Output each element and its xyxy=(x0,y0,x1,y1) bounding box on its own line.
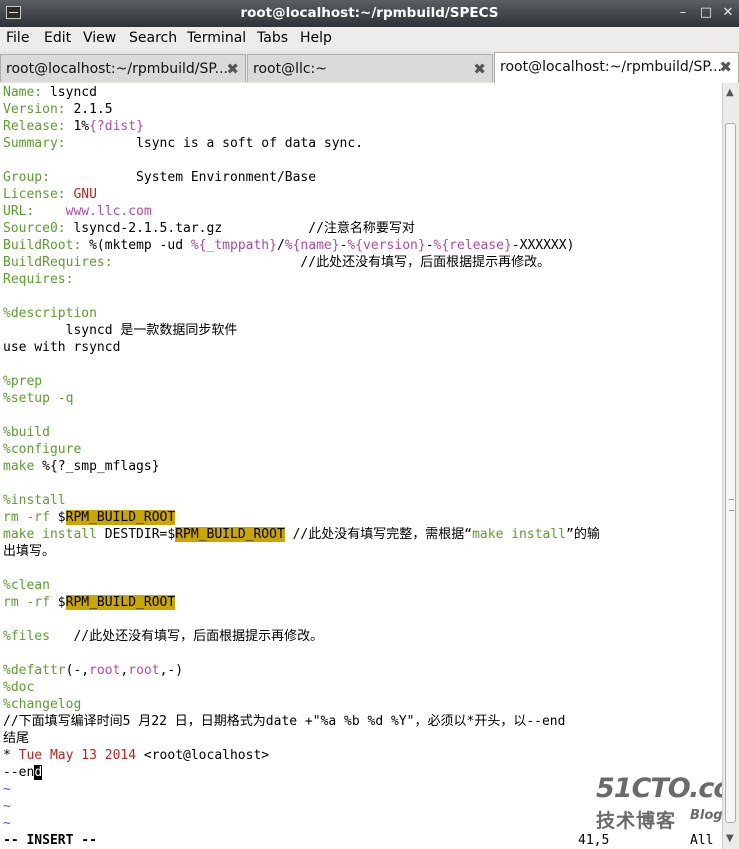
grip-icon xyxy=(729,499,734,511)
line-source: Source0: lsyncd-2.1.5.tar.gz //注意名称要写对 xyxy=(3,221,415,236)
empty-line-tilde: ~ xyxy=(3,816,11,831)
minimize-button[interactable]: – xyxy=(674,4,692,22)
line-setup: %setup -q xyxy=(3,391,74,406)
tab-close-icon[interactable]: ✖ xyxy=(473,60,486,78)
line-files: %files //此处还没有填写，后面根据提示再修改。 xyxy=(3,629,324,644)
line-install: %install xyxy=(3,493,66,508)
line-description: %description xyxy=(3,306,97,321)
line-rm-clean: rm -rf $RPM_BUILD_ROOT xyxy=(3,595,176,610)
line-build: %build xyxy=(3,425,50,440)
tab-close-icon[interactable]: ✖ xyxy=(226,60,239,78)
tab-rpmbuild-1[interactable]: root@localhost:~/rpmbuild/SP... ✖ xyxy=(0,54,246,82)
menu-help[interactable]: Help xyxy=(300,30,332,46)
line-group: Group: System Environment/Base xyxy=(3,170,317,185)
cursor-position: 41,5 xyxy=(578,833,610,848)
line-release: Release: 1%{?dist} xyxy=(3,119,144,134)
line-rm-install: rm -rf $RPM_BUILD_ROOT xyxy=(3,510,176,525)
vim-mode-indicator: -- INSERT -- xyxy=(3,833,97,848)
menu-file[interactable]: File xyxy=(6,30,29,46)
tab-label: root@localhost:~/rpmbuild/SP... xyxy=(6,61,228,77)
tab-bar: root@localhost:~/rpmbuild/SP... ✖ root@l… xyxy=(0,51,739,84)
scroll-down-arrow-icon[interactable]: ▼ xyxy=(726,833,734,844)
line-changelog-entry: * Tue May 13 2014 <root@localhost> xyxy=(3,748,270,763)
scroll-percentage: All xyxy=(690,833,714,848)
line-configure: %configure xyxy=(3,442,82,457)
maximize-button[interactable]: □ xyxy=(697,4,715,22)
menu-search[interactable]: Search xyxy=(129,30,177,46)
watermark-site: 51CTO.com xyxy=(596,773,739,804)
line-url: URL: www.llc.com xyxy=(3,204,152,219)
line-make-install: make install DESTDIR=$RPM_BUILD_ROOT //此… xyxy=(3,527,600,542)
line-changelog-comment: //下面填写编译时间5 月22 日，日期格式为date +"%a %b %d %… xyxy=(3,714,566,729)
tab-close-icon[interactable]: ✖ xyxy=(719,58,732,76)
window-titlebar[interactable]: root@localhost:~/rpmbuild/SPECS – □ ✕ xyxy=(0,0,739,27)
line-summary: Summary: lsync is a soft of data sync. xyxy=(3,136,364,151)
menu-terminal[interactable]: Terminal xyxy=(187,30,246,46)
menu-edit[interactable]: Edit xyxy=(44,30,71,46)
line-buildroot: BuildRoot: %(mktemp -ud %{_tmppath}/%{na… xyxy=(3,238,575,253)
tab-label: root@llc:~ xyxy=(253,61,327,77)
empty-line-tilde: ~ xyxy=(3,782,11,797)
line-clean: %clean xyxy=(3,578,50,593)
menu-view[interactable]: View xyxy=(83,30,116,46)
empty-line-tilde: ~ xyxy=(3,799,11,814)
line-make-install-wrap: 出填写。 xyxy=(3,544,56,559)
line-buildrequires: BuildRequires: //此处还没有填写，后面根据提示再修改。 xyxy=(3,255,551,270)
line-description-text-2: use with rsyncd xyxy=(3,340,121,355)
menu-tabs[interactable]: Tabs xyxy=(257,30,288,46)
watermark-blog: Blog xyxy=(690,808,723,823)
close-button[interactable]: ✕ xyxy=(719,4,737,22)
tab-label: root@localhost:~/rpmbuild/SP... xyxy=(500,59,722,75)
window-title: root@localhost:~/rpmbuild/SPECS xyxy=(240,5,499,21)
tab-llc[interactable]: root@llc:~ ✖ xyxy=(247,54,493,82)
text-cursor: d xyxy=(34,765,43,780)
line-name: Name: lsyncd xyxy=(3,85,97,100)
line-doc: %doc xyxy=(3,680,35,695)
line-make: make %{?_smp_mflags} xyxy=(3,459,160,474)
line-license: License: GNU xyxy=(3,187,97,202)
line-end: --end xyxy=(3,765,43,780)
line-changelog-comment-wrap: 结尾 xyxy=(3,731,30,746)
terminal-view[interactable]: Name: lsyncd Version: 2.1.5 Release: 1%{… xyxy=(0,83,722,849)
line-defattr: %defattr(-,root,root,-) xyxy=(3,663,184,678)
line-prep: %prep xyxy=(3,374,43,389)
line-requires: Requires: xyxy=(3,272,74,287)
vertical-scrollbar[interactable]: ▲ ▼ xyxy=(722,83,739,849)
scroll-up-arrow-icon[interactable]: ▲ xyxy=(726,87,734,98)
watermark-cn: 技术博客 xyxy=(596,810,677,832)
menu-bar: File Edit View Search Terminal Tabs Help xyxy=(0,27,739,52)
line-version: Version: 2.1.5 xyxy=(3,102,113,117)
watermark-logo: 51CTO.com 技术博客 Blog xyxy=(596,773,739,833)
scrollbar-thumb[interactable] xyxy=(725,123,736,823)
line-changelog: %changelog xyxy=(3,697,82,712)
tab-rpmbuild-active[interactable]: root@localhost:~/rpmbuild/SP... ✖ xyxy=(494,52,739,83)
line-description-text: lsyncd 是一款数据同步软件 xyxy=(3,323,238,338)
